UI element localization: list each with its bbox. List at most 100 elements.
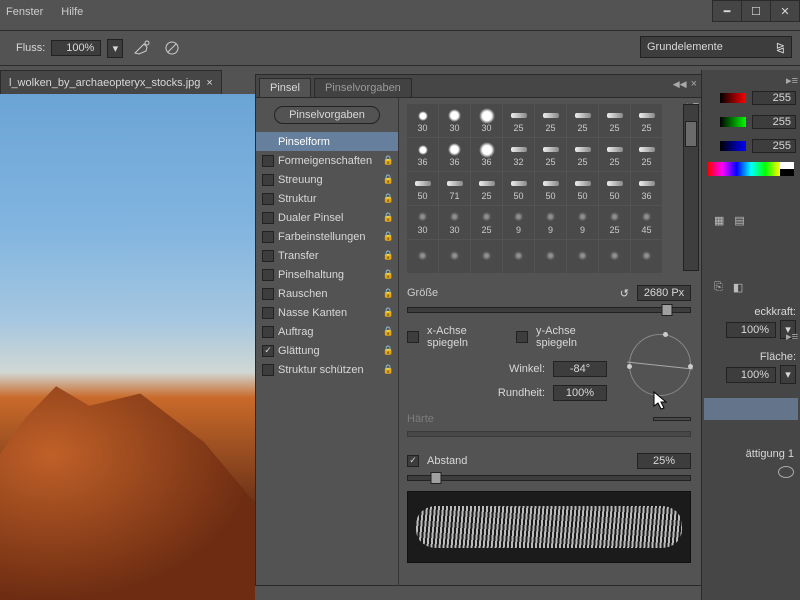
brush-tip[interactable]: 50 bbox=[503, 172, 534, 205]
reset-size-icon[interactable]: ↺ bbox=[620, 287, 629, 300]
brush-presets-button[interactable]: Pinselvorgaben bbox=[274, 106, 380, 124]
mask-icon[interactable]: ◧ bbox=[733, 281, 743, 294]
flip-x-checkbox[interactable] bbox=[407, 331, 419, 343]
brush-tip[interactable]: 50 bbox=[535, 172, 566, 205]
brush-tip[interactable]: 36 bbox=[439, 138, 470, 171]
brush-section-nasse-kanten[interactable]: Nasse Kanten🔒 bbox=[256, 303, 398, 322]
brush-tip[interactable]: ✲ bbox=[407, 240, 438, 273]
flip-y-checkbox[interactable] bbox=[516, 331, 528, 343]
brush-tip[interactable]: ✲ bbox=[631, 240, 662, 273]
brush-tip[interactable]: 25 bbox=[599, 138, 630, 171]
lock-icon[interactable]: 🔒 bbox=[383, 193, 394, 204]
spacing-checkbox[interactable] bbox=[407, 455, 419, 467]
section-checkbox[interactable] bbox=[262, 250, 274, 262]
section-checkbox[interactable] bbox=[262, 155, 274, 167]
brush-tip[interactable]: 25 bbox=[503, 104, 534, 137]
roundness-value[interactable]: 100% bbox=[553, 385, 607, 401]
section-checkbox[interactable] bbox=[262, 288, 274, 300]
brush-tip[interactable]: 25 bbox=[535, 138, 566, 171]
tab-pinselvorgaben[interactable]: Pinselvorgaben bbox=[314, 78, 412, 97]
adjust-flyout-icon[interactable]: ▸≡ bbox=[786, 330, 798, 343]
color-flyout-icon[interactable]: ▸≡ bbox=[786, 74, 798, 87]
section-checkbox[interactable] bbox=[262, 364, 274, 376]
brush-tip[interactable]: ✲ bbox=[535, 240, 566, 273]
lock-icon[interactable]: 🔒 bbox=[383, 288, 394, 299]
rgb-slider[interactable] bbox=[720, 93, 746, 103]
airbrush-icon[interactable] bbox=[131, 38, 153, 58]
brush-tip-grid[interactable]: 3030302525252525363636322525252550712550… bbox=[407, 104, 691, 273]
brush-tip[interactable]: 25 bbox=[599, 104, 630, 137]
brush-section-farbeinstellungen[interactable]: Farbeinstellungen🔒 bbox=[256, 227, 398, 246]
brush-tip[interactable]: 30 bbox=[407, 104, 438, 137]
brush-tip[interactable]: ✲25 bbox=[599, 206, 630, 239]
brush-section-rauschen[interactable]: Rauschen🔒 bbox=[256, 284, 398, 303]
lock-icon[interactable]: 🔒 bbox=[383, 307, 394, 318]
lock-icon[interactable]: 🔒 bbox=[383, 212, 394, 223]
lock-icon[interactable]: 🔒 bbox=[383, 155, 394, 166]
scrollbar-thumb[interactable] bbox=[685, 121, 697, 147]
brush-tip[interactable]: ✲9 bbox=[567, 206, 598, 239]
section-checkbox[interactable] bbox=[262, 174, 274, 186]
brush-tip[interactable]: 50 bbox=[407, 172, 438, 205]
brush-tip[interactable]: 30 bbox=[471, 104, 502, 137]
fill-value[interactable]: 100% bbox=[726, 367, 776, 383]
size-value[interactable]: 2680 Px bbox=[637, 285, 691, 301]
brush-tip[interactable]: ✲ bbox=[503, 240, 534, 273]
brush-tip[interactable]: ✲ bbox=[599, 240, 630, 273]
angle-value[interactable]: -84° bbox=[553, 361, 607, 377]
tab-pinsel[interactable]: Pinsel bbox=[259, 78, 311, 97]
visibility-icon[interactable] bbox=[778, 466, 794, 478]
rgb-slider[interactable] bbox=[720, 141, 746, 151]
section-checkbox[interactable] bbox=[262, 307, 274, 319]
brush-section-streuung[interactable]: Streuung🔒 bbox=[256, 170, 398, 189]
brush-tip[interactable]: 36 bbox=[471, 138, 502, 171]
brush-section-transfer[interactable]: Transfer🔒 bbox=[256, 246, 398, 265]
fluss-value[interactable]: 100% bbox=[51, 40, 101, 56]
brush-tip[interactable]: 36 bbox=[631, 172, 662, 205]
brush-section-auftrag[interactable]: Auftrag🔒 bbox=[256, 322, 398, 341]
brush-tip[interactable]: 36 bbox=[407, 138, 438, 171]
section-checkbox[interactable] bbox=[262, 345, 274, 357]
section-checkbox[interactable] bbox=[262, 326, 274, 338]
brush-tip[interactable]: ✲30 bbox=[407, 206, 438, 239]
lock-icon[interactable]: 🔒 bbox=[383, 231, 394, 242]
brush-tip[interactable]: ✲ bbox=[567, 240, 598, 273]
brush-tip[interactable]: ✲30 bbox=[439, 206, 470, 239]
brush-tip[interactable]: ✲45 bbox=[631, 206, 662, 239]
section-checkbox[interactable] bbox=[262, 231, 274, 243]
fill-dropdown[interactable]: ▾ bbox=[780, 365, 796, 384]
size-slider[interactable] bbox=[407, 307, 691, 313]
styles-icon[interactable]: ▤ bbox=[734, 214, 744, 227]
brush-tip[interactable]: 30 bbox=[439, 104, 470, 137]
spacing-value[interactable]: 25% bbox=[637, 453, 691, 469]
workspace-selector[interactable]: Grundelemente ⧎ bbox=[640, 36, 792, 58]
lock-icon[interactable]: 🔒 bbox=[383, 269, 394, 280]
brush-section-pinselform[interactable]: Pinselform bbox=[256, 132, 398, 151]
brush-tip[interactable]: ✲25 bbox=[471, 206, 502, 239]
lock-icon[interactable]: 🔒 bbox=[383, 250, 394, 261]
angle-control[interactable] bbox=[629, 334, 691, 396]
brush-tip[interactable]: 25 bbox=[471, 172, 502, 205]
swatches-icon[interactable]: ▦ bbox=[714, 214, 724, 227]
brush-tip[interactable]: 25 bbox=[567, 138, 598, 171]
brush-tip[interactable]: 50 bbox=[567, 172, 598, 205]
brush-tip[interactable]: 32 bbox=[503, 138, 534, 171]
section-checkbox[interactable] bbox=[262, 269, 274, 281]
brush-tip[interactable]: 50 bbox=[599, 172, 630, 205]
brush-tip[interactable]: ✲9 bbox=[503, 206, 534, 239]
brush-section-formeigenschaften[interactable]: Formeigenschaften🔒 bbox=[256, 151, 398, 170]
rgb-slider[interactable] bbox=[720, 117, 746, 127]
rgb-value[interactable]: 255 bbox=[752, 91, 796, 105]
brush-tip[interactable]: 25 bbox=[535, 104, 566, 137]
panel-close-icon[interactable]: × bbox=[691, 78, 697, 90]
brush-tip[interactable]: 25 bbox=[631, 138, 662, 171]
brush-tip[interactable]: ✲ bbox=[439, 240, 470, 273]
fluss-dropdown[interactable]: ▾ bbox=[107, 39, 123, 58]
pressure-icon[interactable] bbox=[161, 38, 183, 58]
minimize-button[interactable]: ━ bbox=[712, 0, 742, 22]
panel-collapse-icon[interactable]: ◀◀ bbox=[673, 79, 687, 90]
section-checkbox[interactable] bbox=[262, 193, 274, 205]
lock-icon[interactable]: 🔒 bbox=[383, 364, 394, 375]
layer-row[interactable] bbox=[704, 398, 798, 420]
brush-tip[interactable]: ✲9 bbox=[535, 206, 566, 239]
